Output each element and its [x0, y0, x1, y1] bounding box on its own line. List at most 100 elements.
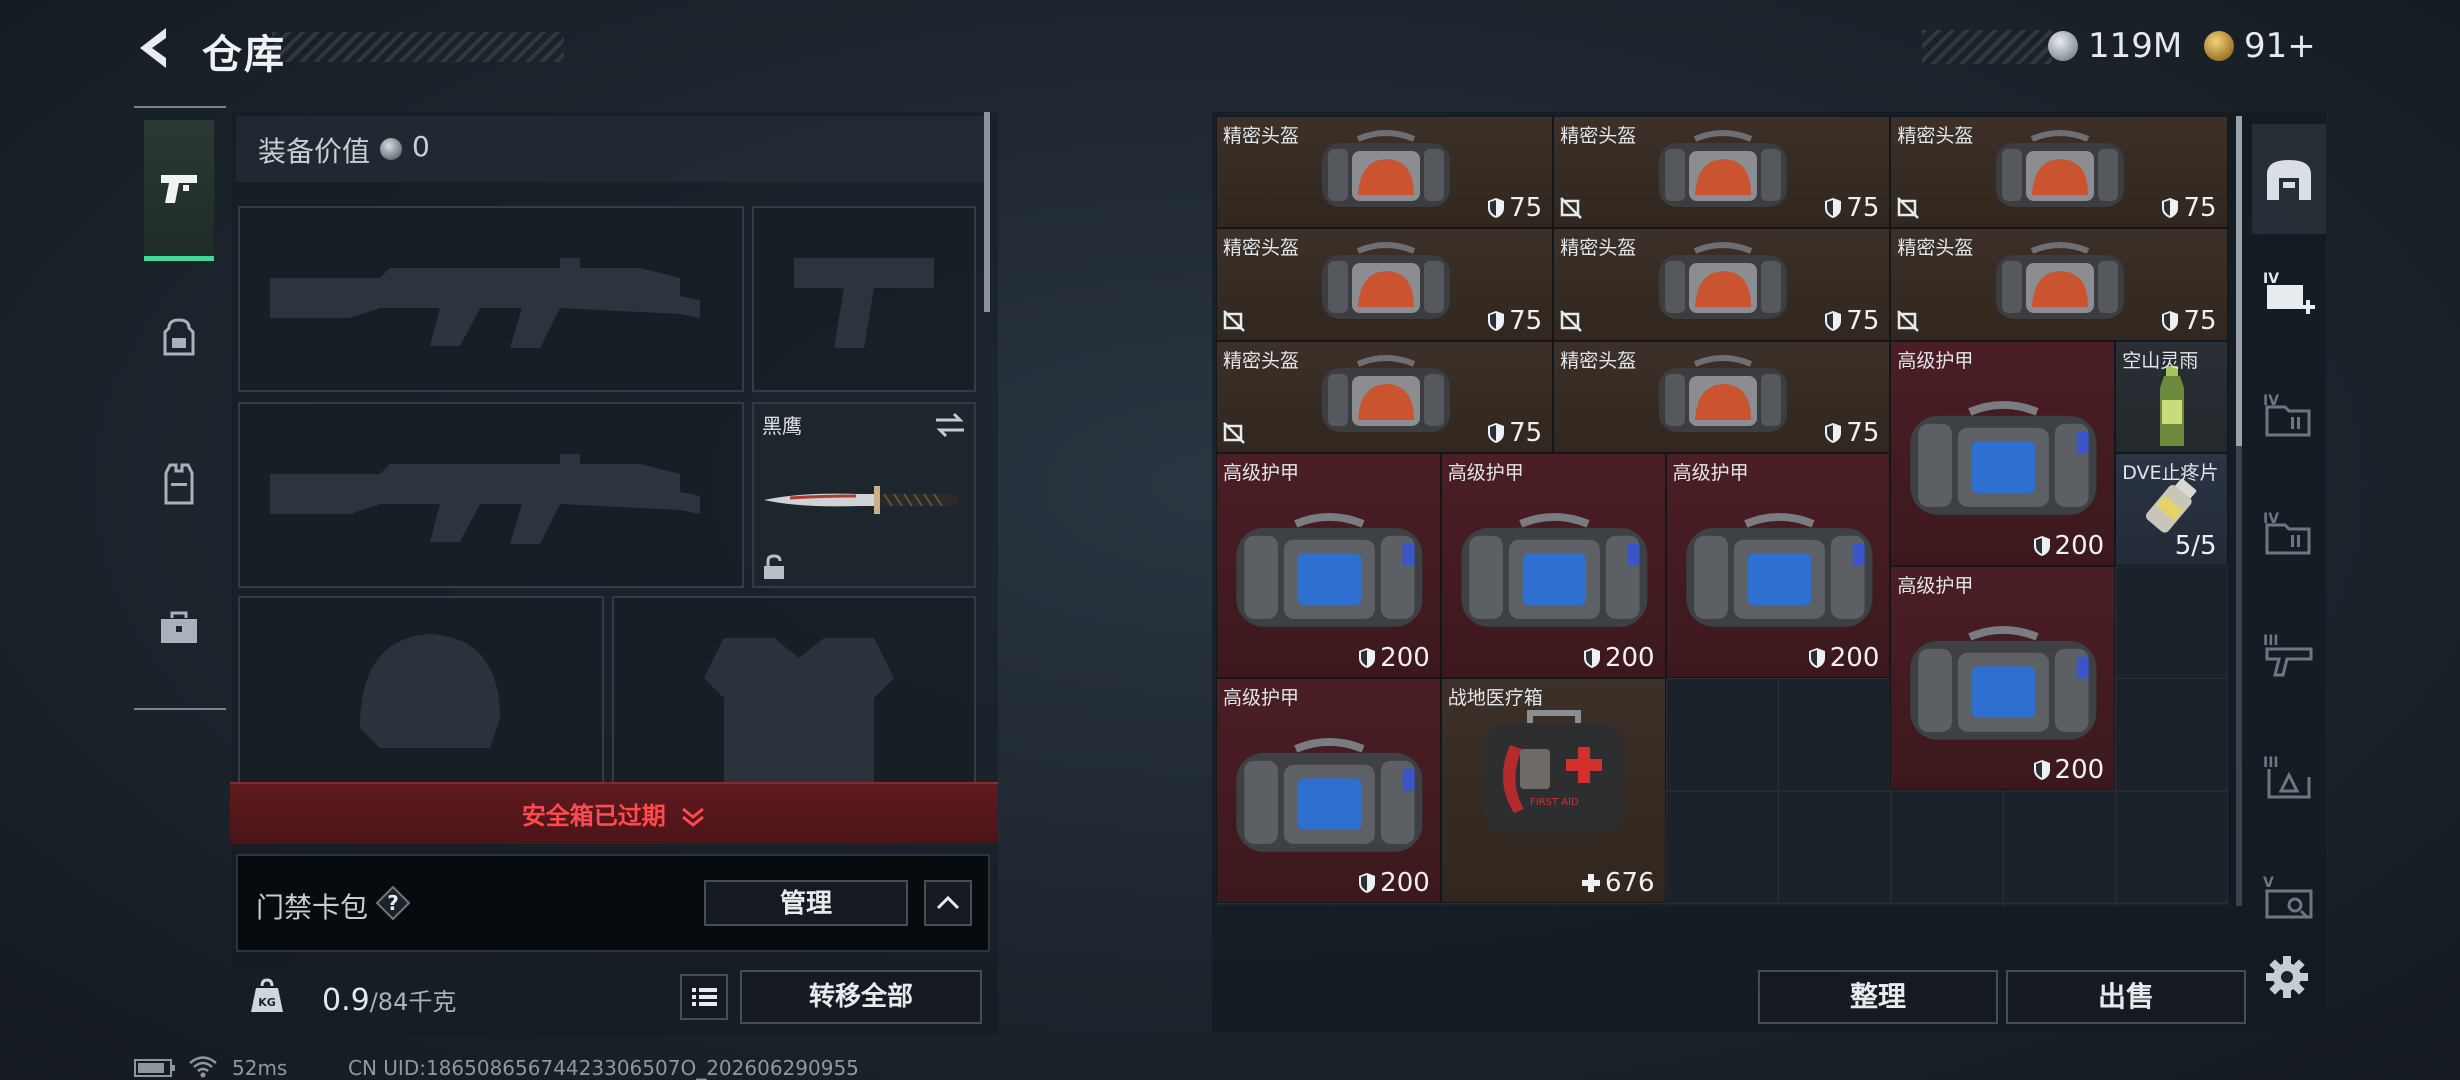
storage-item-helmet[interactable]: 精密头盔 75	[1553, 228, 1891, 341]
item-value: 676	[1581, 868, 1655, 898]
currency-decoration	[1922, 30, 2052, 64]
storage-item-helmet[interactable]: 精密头盔 75	[1553, 116, 1891, 229]
item-name: 精密头盔	[1560, 349, 1637, 372]
storage-item-armor[interactable]: 高级护甲 200	[1665, 453, 1891, 678]
armor-rating-icon	[2162, 310, 2179, 331]
sort-button[interactable]: 整理	[1758, 970, 1998, 1024]
expired-notice-bar[interactable]: 安全箱已过期	[230, 782, 998, 844]
currency-gold[interactable]: 91+	[2204, 26, 2316, 66]
item-name: 高级护甲	[1223, 687, 1300, 709]
helmet-bag-icon	[1658, 354, 1787, 432]
no-insurance-icon	[1897, 309, 1920, 332]
storage-item-helmet[interactable]: 精密头盔 75	[1216, 116, 1554, 229]
tab-vest[interactable]	[144, 416, 214, 552]
helmet-bag-icon	[1995, 130, 2124, 207]
primary-weapon-slot-2[interactable]	[238, 402, 744, 588]
armor-rating-icon	[1825, 423, 1842, 444]
svg-text:IV: IV	[2263, 271, 2279, 287]
sell-button[interactable]: 出售	[2006, 970, 2246, 1024]
item-value: 75	[1824, 306, 1879, 336]
weight-current: 0.9	[322, 983, 370, 1018]
armor-bag-icon	[1236, 513, 1423, 627]
armor-rating-icon	[1825, 310, 1842, 331]
item-name: 精密头盔	[1560, 237, 1637, 260]
help-icon: ?	[375, 885, 411, 921]
armor-rating-icon	[1488, 198, 1505, 219]
svg-text:III: III	[2263, 633, 2279, 649]
item-value-text: 200	[1604, 642, 1655, 673]
storage-item-helmet[interactable]: 精密头盔 75	[1216, 340, 1554, 454]
tab-toolbox[interactable]	[144, 560, 214, 696]
title-decoration	[272, 32, 564, 62]
armor-slot[interactable]	[612, 596, 976, 786]
primary-weapon-slot-1[interactable]	[238, 206, 744, 392]
item-value-text: 75	[1846, 305, 1880, 336]
main-storage-icon	[2267, 160, 2311, 200]
tab-storage-iii-b[interactable]: III	[2252, 722, 2326, 832]
knife-icon	[764, 486, 958, 514]
storage-iii-b-icon: III	[2263, 755, 2311, 799]
tab-main-storage[interactable]	[2252, 124, 2326, 234]
item-value: 200	[1583, 643, 1655, 673]
storage-item-pill[interactable]: DVE止疼片 5/5	[2115, 453, 2228, 566]
item-value-text: 200	[1380, 867, 1430, 898]
item-name: 精密头盔	[1223, 237, 1300, 260]
tab-storage-iv-b[interactable]: IV	[2252, 478, 2326, 588]
silver-coin-icon	[2048, 31, 2078, 61]
storage-item-armor[interactable]: 高级护甲 200	[1216, 453, 1441, 678]
transfer-all-button[interactable]: 转移全部	[740, 970, 982, 1024]
back-button[interactable]	[130, 22, 178, 74]
helmet-silhouette-icon	[360, 634, 500, 748]
keycard-bag-label: 门禁卡包	[256, 891, 369, 924]
storage-item-medkit[interactable]: FIRST AID 战地医疗箱 676	[1440, 678, 1666, 903]
tab-add-storage[interactable]: IV	[2252, 238, 2326, 348]
currency-silver[interactable]: 119M	[2048, 26, 2182, 66]
item-value-text: 200	[1380, 642, 1430, 673]
storage-item-helmet[interactable]: 精密头盔 75	[1890, 116, 2228, 229]
storage-item-armor[interactable]: 高级护甲 200	[1890, 340, 2116, 566]
item-value: 200	[1358, 868, 1430, 898]
armor-rating-icon	[1825, 198, 1842, 219]
helmet-bag-icon	[1658, 130, 1787, 207]
storage-item-helmet[interactable]: 精密头盔 75	[1216, 228, 1554, 341]
weight-value: 0.9/84千克	[322, 982, 456, 1018]
backpack-icon	[163, 318, 195, 356]
item-name: 高级护甲	[1897, 349, 1974, 372]
uid-readout: CN UID:18650865674423306507O_20260629095…	[348, 1056, 859, 1080]
tab-storage-iii[interactable]: III	[2252, 600, 2326, 710]
storage-item-armor[interactable]: 高级护甲 200	[1440, 453, 1666, 678]
storage-item-armor[interactable]: 高级护甲 200	[1216, 678, 1441, 903]
tab-backpack[interactable]	[144, 270, 214, 406]
help-button[interactable]: ?	[375, 885, 411, 921]
tab-weapons[interactable]	[144, 120, 214, 261]
tab-storage-iv[interactable]: IV	[2252, 360, 2326, 470]
rifle-silhouette-icon	[270, 258, 700, 348]
collapse-button[interactable]	[924, 880, 972, 926]
settings-button[interactable]	[2262, 952, 2312, 1002]
manage-button[interactable]: 管理	[704, 880, 908, 926]
storage-iv-icon: IV	[2263, 393, 2311, 437]
storage-item-armor[interactable]: 高级护甲 200	[1890, 565, 2116, 791]
list-view-button[interactable]	[680, 974, 728, 1020]
tab-storage-v[interactable]: V	[2252, 842, 2326, 952]
loadout-scrollbar[interactable]	[984, 112, 990, 312]
storage-scroll-thumb[interactable]	[2236, 116, 2242, 446]
item-value: 75	[1487, 306, 1542, 336]
battery-icon	[134, 1059, 175, 1077]
ping-readout: 52ms	[232, 1056, 288, 1080]
item-value: 75	[1824, 193, 1879, 223]
item-name: 精密头盔	[1897, 237, 1974, 260]
melee-slot[interactable]: 黑鹰	[752, 402, 976, 588]
svg-text:V: V	[2263, 875, 2274, 891]
storage-item-drink[interactable]: 空山灵雨	[2115, 340, 2228, 454]
helmet-slot[interactable]	[238, 596, 604, 786]
storage-item-helmet[interactable]: 精密头盔 75	[1553, 340, 1891, 454]
first-aid-kit-icon: FIRST AID	[1484, 710, 1625, 833]
item-value-text: 75	[1509, 305, 1543, 336]
armor-silhouette-icon	[704, 638, 894, 784]
storage-item-helmet[interactable]: 精密头盔 75	[1890, 228, 2228, 341]
no-insurance-icon	[1223, 422, 1245, 445]
item-name: DVE止疼片	[2122, 462, 2219, 485]
pistol-slot[interactable]	[752, 206, 976, 392]
lock-icon	[764, 554, 784, 579]
